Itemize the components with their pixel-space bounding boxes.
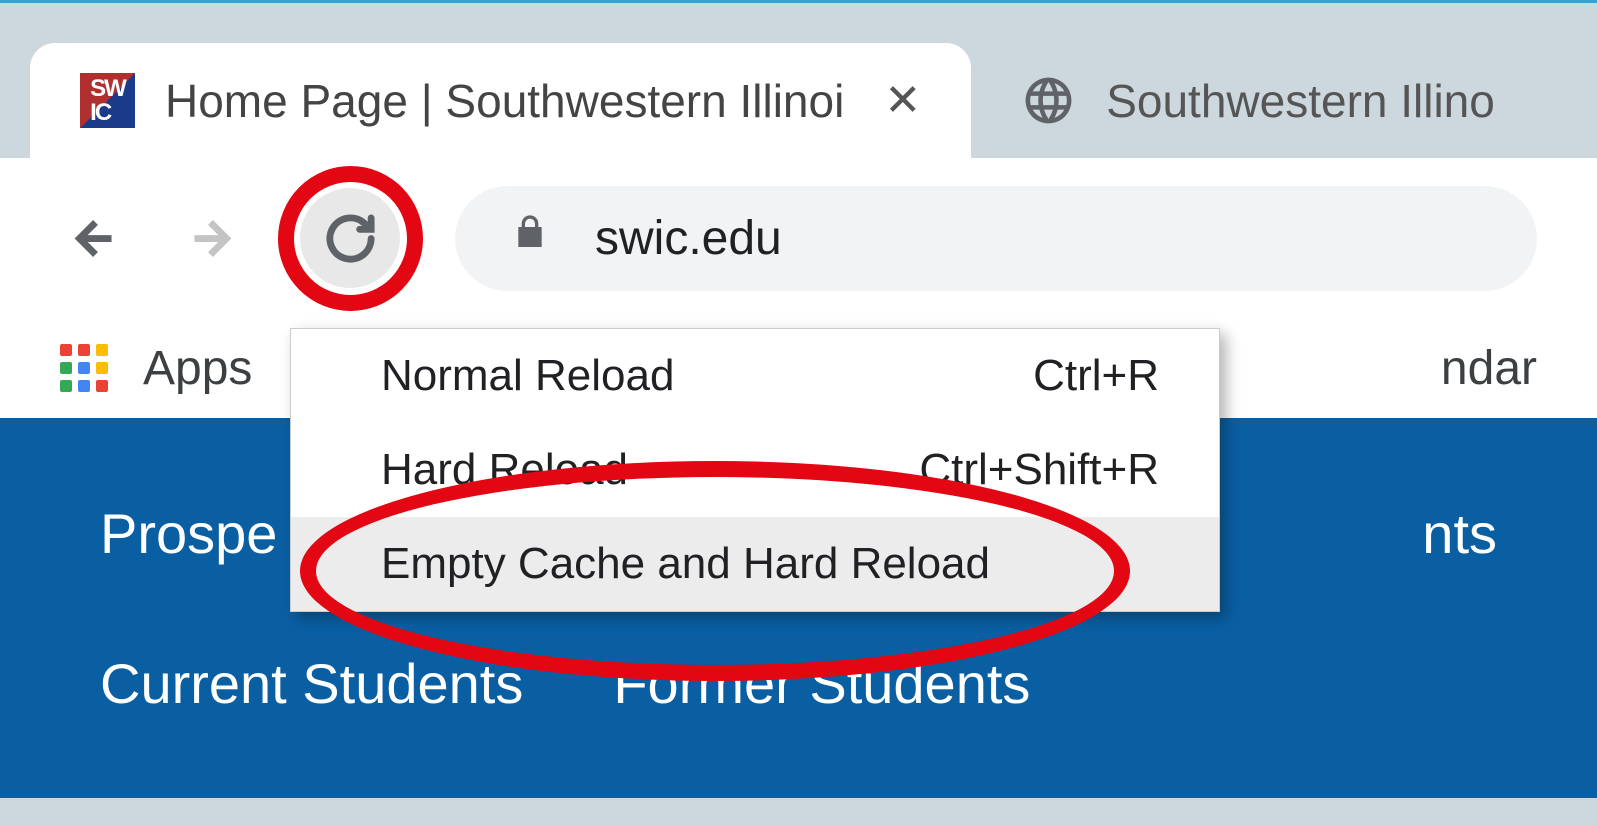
menu-item-empty-cache-hard-reload[interactable]: Empty Cache and Hard Reload (291, 517, 1219, 611)
bookmark-fragment[interactable]: ndar (1441, 341, 1537, 396)
address-bar[interactable]: swic.edu (455, 186, 1537, 291)
menu-shortcut: Ctrl+R (1033, 351, 1159, 401)
menu-label: Empty Cache and Hard Reload (381, 539, 990, 589)
forward-button[interactable] (175, 203, 245, 273)
apps-label[interactable]: Apps (143, 341, 252, 396)
browser-window: SWIC Home Page | Southwestern Illinoi ✕ … (0, 0, 1597, 826)
close-tab-button[interactable]: ✕ (874, 75, 931, 126)
globe-icon (1021, 73, 1076, 128)
back-button[interactable] (60, 203, 130, 273)
tab-title: Southwestern Illino (1106, 74, 1495, 128)
nav-link-current-students[interactable]: Current Students (100, 651, 523, 716)
nav-link-prospective[interactable]: Prospe (100, 501, 277, 566)
menu-item-normal-reload[interactable]: Normal Reload Ctrl+R (291, 329, 1219, 423)
tab-southwestern[interactable]: Southwestern Illino (971, 43, 1535, 158)
menu-item-hard-reload[interactable]: Hard Reload Ctrl+Shift+R (291, 423, 1219, 517)
menu-label: Hard Reload (381, 445, 628, 495)
nav-row-2: Current Students Former Students (100, 651, 1497, 716)
menu-label: Normal Reload (381, 351, 674, 401)
menu-shortcut: Ctrl+Shift+R (919, 445, 1159, 495)
tab-strip: SWIC Home Page | Southwestern Illinoi ✕ … (0, 3, 1597, 158)
nav-link-fragment[interactable]: nts (1422, 501, 1497, 566)
toolbar: swic.edu (0, 158, 1597, 318)
tab-title: Home Page | Southwestern Illinoi (165, 74, 844, 128)
url-text: swic.edu (595, 211, 782, 266)
nav-link-former-students[interactable]: Former Students (613, 651, 1030, 716)
reload-button-container (290, 178, 410, 298)
apps-grid-icon[interactable] (60, 344, 108, 392)
reload-button[interactable] (300, 188, 400, 288)
swic-favicon-icon: SWIC (80, 73, 135, 128)
tab-home-page[interactable]: SWIC Home Page | Southwestern Illinoi ✕ (30, 43, 971, 158)
lock-icon (510, 208, 550, 268)
reload-context-menu: Normal Reload Ctrl+R Hard Reload Ctrl+Sh… (290, 328, 1220, 612)
